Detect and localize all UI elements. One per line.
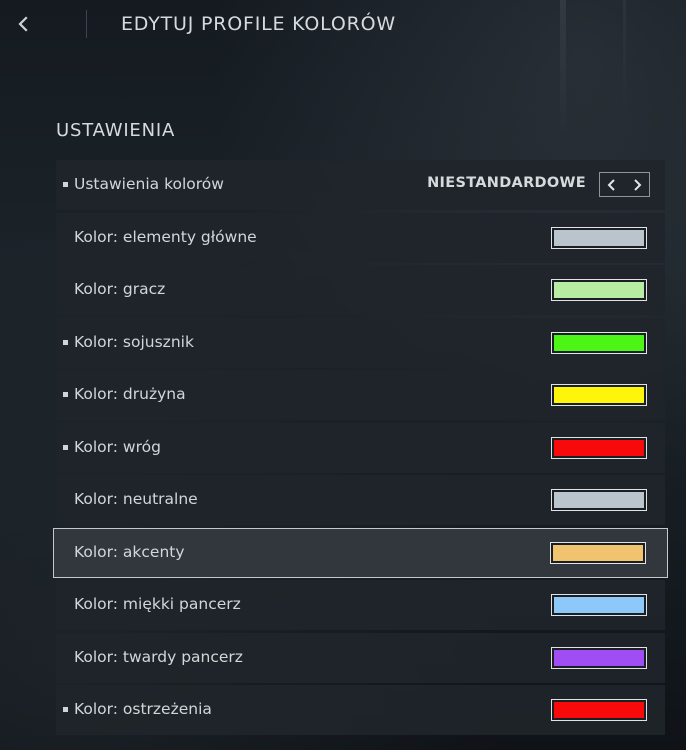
color-row-label: Kolor: drużyna bbox=[74, 385, 186, 403]
page-title: EDYTUJ PROFILE KOLORÓW bbox=[121, 13, 396, 35]
preset-selector bbox=[599, 172, 650, 197]
section-title: USTAWIENIA bbox=[56, 120, 176, 141]
color-swatch-fill bbox=[554, 649, 644, 666]
color-swatch-fill bbox=[554, 597, 644, 613]
color-swatch-button[interactable] bbox=[551, 436, 647, 459]
color-swatch-button[interactable] bbox=[551, 646, 647, 669]
color-preset-label: Ustawienia kolorów bbox=[74, 175, 224, 193]
color-row[interactable]: Kolor: akcenty bbox=[53, 527, 668, 578]
chevron-left-icon bbox=[606, 178, 618, 192]
color-preset-value: NIESTANDARDOWE bbox=[427, 175, 586, 191]
color-row-label: Kolor: twardy pancerz bbox=[74, 647, 243, 666]
modified-indicator bbox=[63, 182, 68, 187]
color-row[interactable]: Kolor: neutralne bbox=[56, 475, 665, 525]
color-swatch-button[interactable] bbox=[551, 384, 647, 406]
color-row[interactable]: Kolor: gracz bbox=[56, 265, 665, 315]
color-swatch-fill bbox=[554, 387, 644, 403]
color-swatch-button[interactable] bbox=[551, 331, 647, 354]
color-swatch-button[interactable] bbox=[551, 489, 647, 511]
color-row[interactable]: Kolor: drużyna bbox=[56, 370, 665, 420]
color-row-label: Kolor: gracz bbox=[74, 280, 166, 298]
color-row-label: Kolor: wróg bbox=[74, 437, 161, 456]
preset-next-button[interactable] bbox=[625, 173, 650, 196]
modified-indicator bbox=[63, 339, 68, 345]
header-divider bbox=[86, 10, 87, 38]
color-swatch-button[interactable] bbox=[551, 226, 647, 249]
color-swatch-button[interactable] bbox=[551, 699, 647, 721]
chevron-right-icon bbox=[631, 178, 643, 192]
color-row-label: Kolor: ostrzeżenia bbox=[74, 700, 212, 718]
color-row-label: Kolor: neutralne bbox=[74, 490, 198, 508]
color-row[interactable]: Kolor: ostrzeżenia bbox=[56, 685, 665, 735]
header: EDYTUJ PROFILE KOLORÓW bbox=[0, 0, 686, 50]
color-swatch-fill bbox=[554, 439, 644, 456]
color-row-label: Kolor: sojusznik bbox=[74, 332, 194, 351]
back-button[interactable] bbox=[10, 10, 38, 38]
color-row[interactable]: Kolor: wróg bbox=[56, 422, 665, 473]
color-swatch-fill bbox=[554, 702, 644, 718]
color-row[interactable]: Kolor: elementy główne bbox=[56, 212, 665, 263]
color-swatch-fill bbox=[554, 282, 644, 298]
color-swatch-fill bbox=[554, 492, 644, 508]
color-swatch-fill bbox=[554, 229, 644, 246]
color-row-label: Kolor: miękki pancerz bbox=[74, 595, 241, 613]
preset-prev-button[interactable] bbox=[600, 173, 625, 196]
color-row-label: Kolor: akcenty bbox=[74, 542, 185, 561]
color-swatch-button[interactable] bbox=[550, 541, 646, 564]
color-row[interactable]: Kolor: miękki pancerz bbox=[56, 580, 665, 630]
color-swatch-fill bbox=[553, 544, 643, 561]
color-row[interactable]: Kolor: sojusznik bbox=[56, 317, 665, 368]
modified-indicator bbox=[63, 444, 68, 450]
color-swatch-button[interactable] bbox=[551, 594, 647, 616]
modified-indicator bbox=[63, 707, 68, 712]
color-swatch-button[interactable] bbox=[551, 279, 647, 301]
color-preset-row[interactable]: Ustawienia kolorów NIESTANDARDOWE bbox=[56, 160, 665, 210]
modified-indicator bbox=[63, 392, 68, 397]
chevron-left-icon bbox=[10, 10, 38, 38]
color-swatch-fill bbox=[554, 334, 644, 351]
color-row[interactable]: Kolor: twardy pancerz bbox=[56, 632, 665, 683]
color-row-label: Kolor: elementy główne bbox=[74, 227, 257, 246]
settings-list: Ustawienia kolorów NIESTANDARDOWE Kolor:… bbox=[53, 160, 668, 738]
